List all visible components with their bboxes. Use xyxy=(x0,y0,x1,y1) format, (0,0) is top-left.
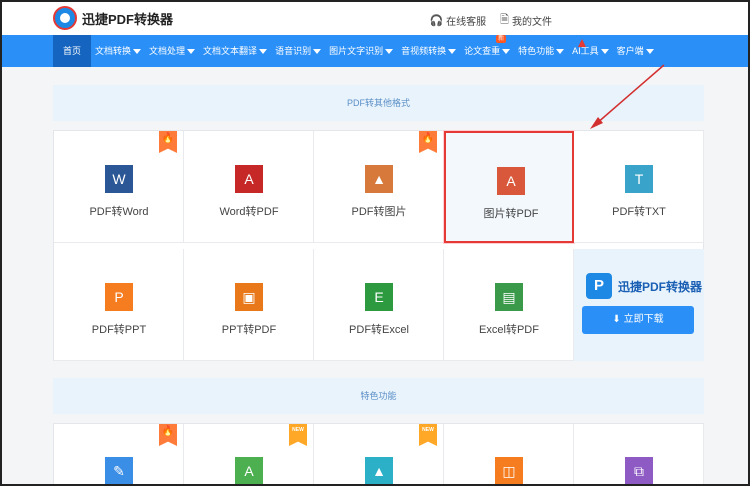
nav-item-label: 图片文字识别 xyxy=(329,46,384,56)
chevron-down-icon xyxy=(313,49,322,55)
app-logo-icon: P xyxy=(586,273,612,299)
chevron-down-icon xyxy=(385,49,394,55)
word-icon: W xyxy=(105,165,133,193)
merge-icon: ⧉ xyxy=(625,457,653,484)
tool-card-label: Excel转PDF xyxy=(479,324,539,336)
nav-item-0[interactable]: 首页 xyxy=(53,35,92,67)
nav-item-9[interactable]: AI工具 xyxy=(568,35,613,67)
section-title-pdf-convert: PDF转其他格式 xyxy=(53,85,704,121)
excel-pdf-icon: ▤ xyxy=(495,283,523,311)
download-icon: ⬇ xyxy=(612,314,624,325)
promo-name: 迅捷PDF转换器 xyxy=(618,279,703,294)
tool-card-label: PDF转TXT xyxy=(612,206,666,218)
new-badge-icon: NEW xyxy=(419,424,437,446)
chevron-down-icon xyxy=(259,49,268,55)
chevron-down-icon xyxy=(187,49,196,55)
tool-card[interactable]: E PDF转Excel xyxy=(314,249,444,361)
chevron-down-icon xyxy=(645,49,654,55)
logo-text: 迅捷PDF转换器 xyxy=(82,11,174,27)
tool-card[interactable]: W PDF转Word 🔥 xyxy=(54,131,184,243)
chevron-down-icon xyxy=(502,49,511,55)
hot-badge-icon: 🔥 xyxy=(159,424,177,446)
nav-item-label: 论文查重 xyxy=(464,46,501,56)
tool-card-label: PDF转Word xyxy=(89,206,149,218)
pdf-icon: A xyxy=(497,167,525,195)
tool-card[interactable]: T PDF转TXT xyxy=(574,131,704,243)
nav-item-label: 文档文本翻译 xyxy=(203,46,258,56)
tool-card-label: 图片转PDF xyxy=(483,208,539,220)
nav-item-8[interactable]: 特色功能 xyxy=(514,35,568,67)
nav-item-3[interactable]: 文档文本翻译 xyxy=(199,35,271,67)
tool-card[interactable]: ▲ NEW xyxy=(314,424,444,484)
nav-item-label: 客户端 xyxy=(616,46,644,56)
header: 迅捷PDF转换器 🎧 在线客服 🗎 我的文件 xyxy=(2,2,748,35)
tool-card-label: PDF转PPT xyxy=(91,324,147,336)
new-badge: 新 xyxy=(496,35,507,43)
tool-card[interactable]: ◫ xyxy=(444,424,574,484)
my-files-link[interactable]: 🗎 我的文件 xyxy=(500,11,552,30)
logo-icon xyxy=(53,6,77,30)
pdf-convert-grid: W PDF转Word 🔥 A Word转PDF ▲ PDF转图片 🔥 A 图片转PDF T PDF转T… xyxy=(53,130,704,361)
download-button[interactable]: ⬇ 立即下载 xyxy=(582,306,694,334)
promo-logo: P 迅捷PDF转换器 xyxy=(586,273,702,299)
nav-item-2[interactable]: 文档处理 xyxy=(145,35,199,67)
tool-card[interactable]: ✎ 🔥 xyxy=(54,424,184,484)
tool-card-label: PDF转Excel xyxy=(349,324,409,336)
nav-item-label: 文档处理 xyxy=(149,46,186,56)
nav-item-10[interactable]: 客户端 xyxy=(613,35,658,67)
main-nav: 首页 文档转换 文档处理 文档文本翻译 语音识别 图片文字识别 音视频转换 论文查重 新特色功能… xyxy=(2,35,748,67)
hot-badge-icon: 🔥 xyxy=(419,131,437,153)
tool-card[interactable]: A Word转PDF xyxy=(184,131,314,243)
ppt-icon: P xyxy=(105,283,133,311)
edit-icon: ✎ xyxy=(105,457,133,484)
image-icon: ▲ xyxy=(365,457,393,484)
nav-item-label: 音视频转换 xyxy=(401,46,447,56)
tool-card[interactable]: P PDF转PPT xyxy=(54,249,184,361)
nav-item-4[interactable]: 语音识别 xyxy=(271,35,325,67)
new-badge-icon: NEW xyxy=(289,424,307,446)
tool-card[interactable]: ▣ PPT转PDF xyxy=(184,249,314,361)
nav-item-5[interactable]: 图片文字识别 xyxy=(325,35,397,67)
chevron-down-icon xyxy=(556,49,565,55)
hot-badge-icon: 🔥 xyxy=(159,131,177,153)
nav-item-label: AI工具 xyxy=(572,46,599,56)
chevron-down-icon xyxy=(133,49,142,55)
excel-icon: E xyxy=(365,283,393,311)
online-service-label: 在线客服 xyxy=(446,17,487,28)
tool-card[interactable]: ▲ PDF转图片 🔥 xyxy=(314,131,444,243)
tool-card-label: PPT转PDF xyxy=(221,324,277,336)
pdf-icon: A xyxy=(235,165,263,193)
document-icon: 🗎 xyxy=(500,14,509,26)
ppt-pdf-icon: ▣ xyxy=(235,283,263,311)
image-icon: ▲ xyxy=(365,165,393,193)
tool-card[interactable]: ▤ Excel转PDF xyxy=(444,249,574,361)
nav-item-label: 首页 xyxy=(63,46,82,56)
tool-card[interactable]: A 图片转PDF xyxy=(444,131,574,243)
pdf-icon: A xyxy=(235,457,263,484)
chevron-down-icon xyxy=(448,49,457,55)
txt-icon: T xyxy=(625,165,653,193)
my-files-label: 我的文件 xyxy=(512,17,552,28)
nav-item-label: 语音识别 xyxy=(275,46,312,56)
nav-item-label: 文档转换 xyxy=(95,46,132,56)
window-frame: 迅捷PDF转换器 🎧 在线客服 🗎 我的文件 首页 文档转换 文档处理 文档文本翻译 语… xyxy=(0,0,750,486)
section-title-features: 特色功能 xyxy=(53,378,704,414)
crop-icon: ◫ xyxy=(495,457,523,484)
headset-icon: 🎧 xyxy=(429,15,444,27)
nav-item-1[interactable]: 文档转换 xyxy=(91,35,145,67)
tool-card[interactable]: ⧉ xyxy=(574,424,704,484)
nav-item-7[interactable]: 论文查重 新 xyxy=(460,35,514,67)
download-label: 立即下载 xyxy=(623,314,664,325)
features-grid: ✎ 🔥 A NEW ▲ NEW ◫ ⧉ xyxy=(53,423,704,484)
app-promo: P 迅捷PDF转换器 ⬇ 立即下载 xyxy=(574,249,704,361)
tool-card-label: Word转PDF xyxy=(219,206,279,218)
chevron-down-icon xyxy=(600,49,609,55)
nav-item-label: 特色功能 xyxy=(518,46,555,56)
logo[interactable]: 迅捷PDF转换器 xyxy=(53,6,173,30)
tool-card[interactable]: A NEW xyxy=(184,424,314,484)
online-service-link[interactable]: 🎧 在线客服 xyxy=(429,11,486,30)
nav-item-6[interactable]: 音视频转换 xyxy=(397,35,460,67)
tool-card-label: PDF转图片 xyxy=(351,206,407,218)
